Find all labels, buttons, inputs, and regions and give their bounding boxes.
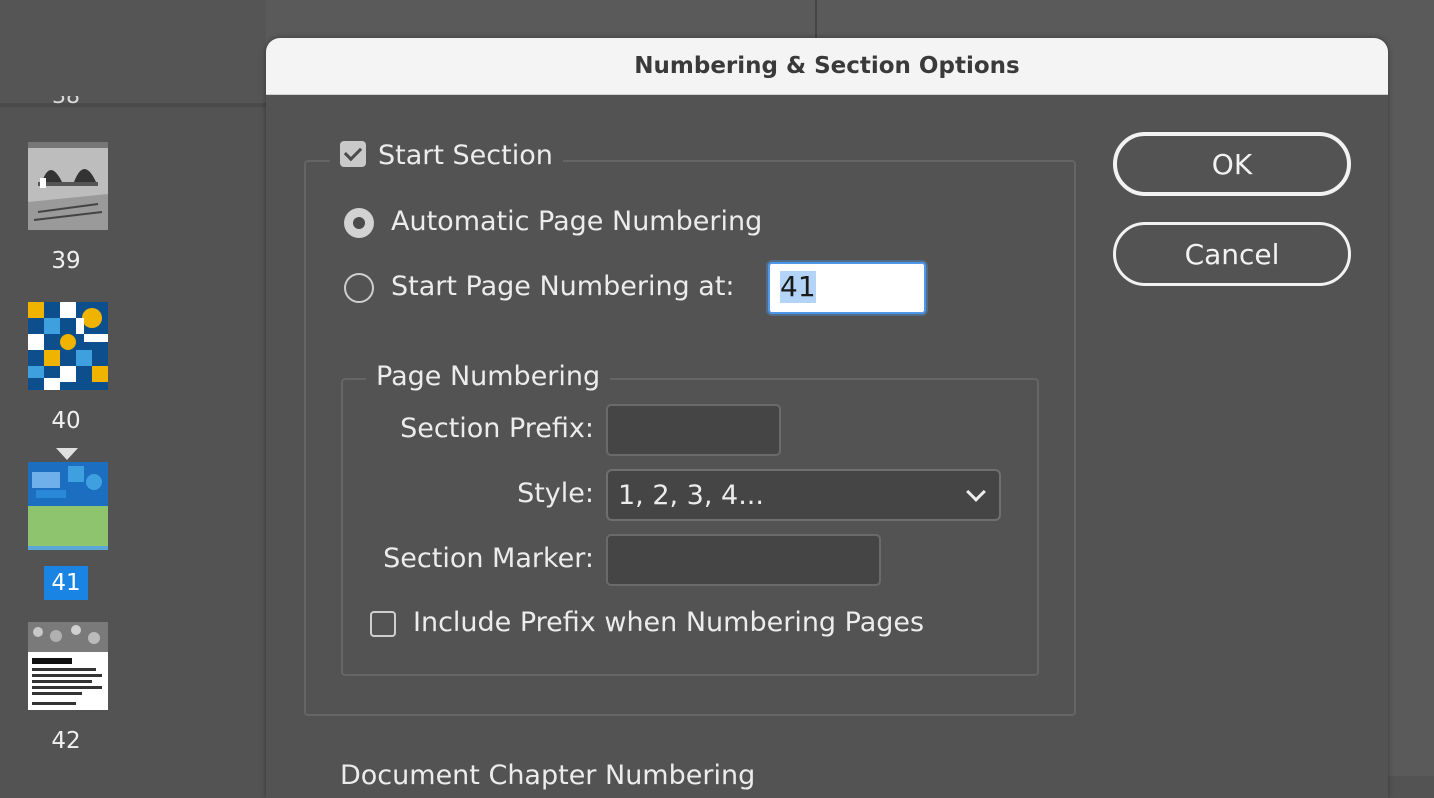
panel-divider xyxy=(815,0,817,40)
page-number-label: 41 xyxy=(44,566,88,600)
section-prefix-label: Section Prefix: xyxy=(400,413,594,444)
include-prefix-checkbox[interactable] xyxy=(370,611,396,637)
start-page-numbering-radio[interactable] xyxy=(344,273,374,303)
page-number-42: 42 xyxy=(51,728,81,754)
style-select-value: 1, 2, 3, 4... xyxy=(618,480,764,511)
page-thumbnail-40[interactable] xyxy=(28,302,108,390)
section-marker-input[interactable] xyxy=(606,534,881,586)
page-thumbnail-42[interactable] xyxy=(28,622,108,710)
ok-button[interactable]: OK xyxy=(1113,132,1351,196)
page-number-40: 40 xyxy=(51,408,81,434)
start-section-label[interactable]: Start Section xyxy=(378,140,553,171)
section-marker-icon xyxy=(56,448,78,460)
start-page-numbering-label[interactable]: Start Page Numbering at: xyxy=(391,271,735,302)
numbering-section-options-dialog: Numbering & Section Options Start Sectio… xyxy=(266,38,1388,798)
automatic-numbering-label[interactable]: Automatic Page Numbering xyxy=(391,206,762,237)
start-section-checkbox[interactable] xyxy=(340,141,366,167)
style-select[interactable]: 1, 2, 3, 4... xyxy=(606,469,1001,521)
pages-panel: 38 39 40 41 42 xyxy=(0,0,266,776)
page-number-41-selected[interactable]: 41 xyxy=(0,566,132,600)
page-number-cut: 38 xyxy=(52,96,82,110)
start-page-number-input[interactable]: 41 xyxy=(768,262,926,314)
chevron-down-icon xyxy=(966,482,986,502)
start-page-number-value: 41 xyxy=(780,270,816,303)
page-number-label: 38 xyxy=(52,96,80,109)
pages-panel-header xyxy=(0,0,266,107)
page-thumbnail-41[interactable] xyxy=(28,462,108,550)
dialog-title-bar: Numbering & Section Options xyxy=(266,38,1388,95)
dialog-title: Numbering & Section Options xyxy=(634,53,1020,79)
include-prefix-label[interactable]: Include Prefix when Numbering Pages xyxy=(413,607,924,638)
section-marker-label: Section Marker: xyxy=(383,543,594,574)
section-prefix-input[interactable] xyxy=(606,404,781,456)
automatic-numbering-radio[interactable] xyxy=(344,208,374,238)
cancel-button[interactable]: Cancel xyxy=(1113,222,1351,286)
page-thumbnail-39[interactable] xyxy=(28,142,108,230)
start-section-legend: Start Section xyxy=(330,140,563,171)
page-number-39: 39 xyxy=(51,248,81,274)
style-label: Style: xyxy=(517,478,594,509)
page-numbering-legend: Page Numbering xyxy=(366,361,611,392)
